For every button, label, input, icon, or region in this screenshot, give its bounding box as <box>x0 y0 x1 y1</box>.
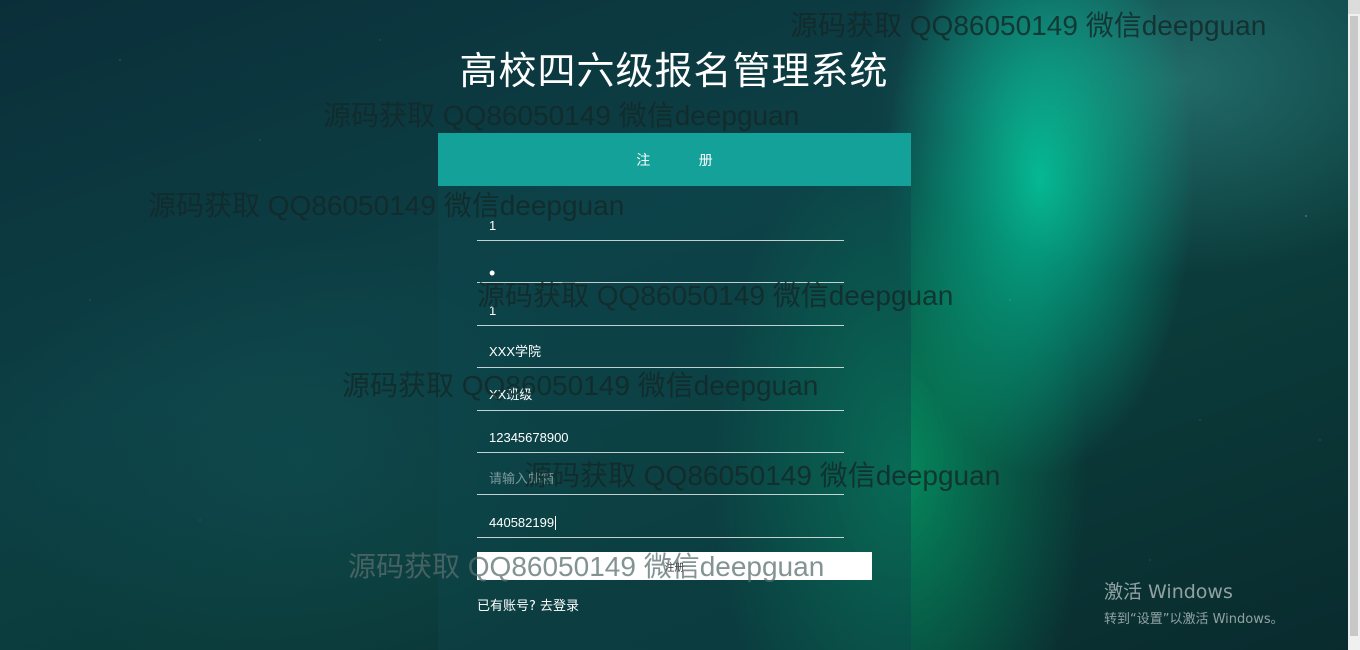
vertical-scrollbar[interactable] <box>1348 0 1360 650</box>
windows-activation-notice: 激活 Windows 转到“设置”以激活 Windows。 <box>1104 577 1284 627</box>
password-input[interactable]: • <box>477 241 844 283</box>
register-button[interactable]: 注册 <box>477 552 872 580</box>
scroll-up-arrow-icon[interactable] <box>1348 0 1360 14</box>
page-title: 高校四六级报名管理系统 <box>459 49 889 93</box>
id-number-input[interactable]: 440582199 <box>477 496 844 538</box>
register-header: 注 册 <box>438 133 911 186</box>
class-input[interactable]: XX班级 <box>477 369 844 411</box>
scroll-thumb[interactable] <box>1350 16 1358 636</box>
email-input[interactable]: 请输入邮箱 <box>477 453 844 495</box>
text-caret <box>555 516 557 530</box>
name-value: 1 <box>489 303 497 318</box>
college-value: XXX学院 <box>489 344 542 359</box>
register-panel: 注 册 1 • 1 XXX学院 XX班级 12345678900 请输入邮箱 4… <box>438 133 911 650</box>
phone-input[interactable]: 12345678900 <box>477 411 844 453</box>
username-value: 1 <box>489 218 497 233</box>
activation-title: 激活 Windows <box>1104 581 1233 603</box>
activation-hint: 转到“设置”以激活 Windows。 <box>1104 612 1284 627</box>
name-input[interactable]: 1 <box>477 284 844 326</box>
watermark: 源码获取 QQ86050149 微信deepguan <box>790 10 1267 41</box>
go-login-link[interactable]: 已有账号? 去登录 <box>477 595 579 614</box>
watermark: 源码获取 QQ86050149 微信deepguan <box>323 100 800 131</box>
email-placeholder: 请输入邮箱 <box>489 471 555 486</box>
class-value: XX班级 <box>489 387 533 402</box>
username-input[interactable]: 1 <box>477 199 844 241</box>
password-mask: • <box>489 263 496 283</box>
phone-value: 12345678900 <box>489 430 569 445</box>
id-number-value: 440582199 <box>489 515 555 530</box>
college-input[interactable]: XXX学院 <box>477 326 844 368</box>
